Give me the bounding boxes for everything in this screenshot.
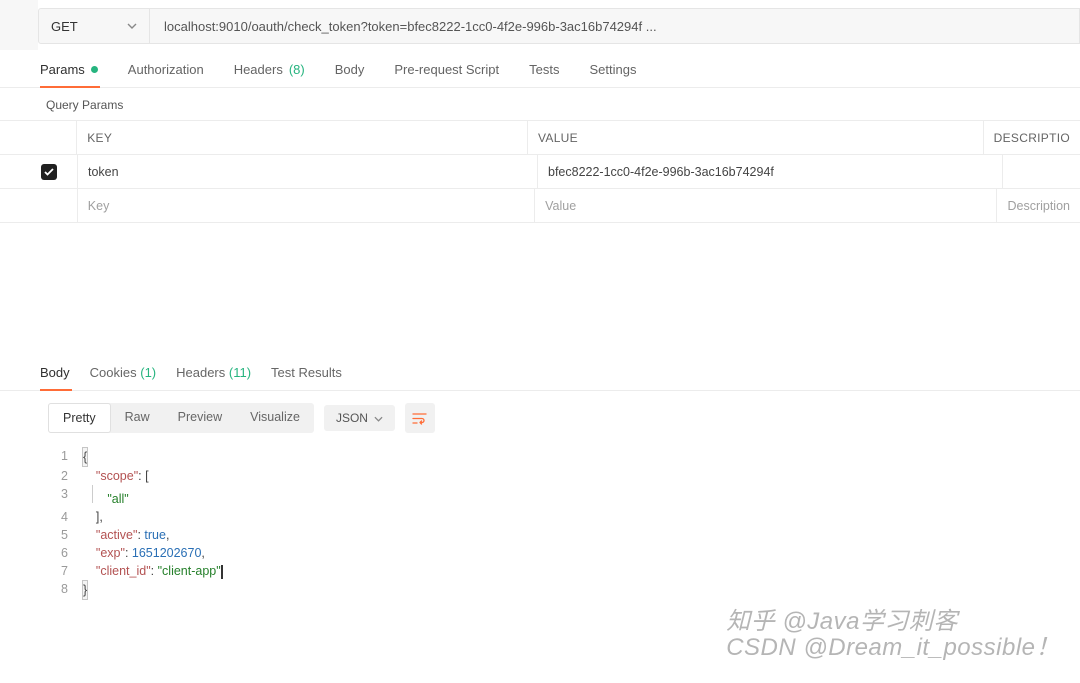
- json-string: "all": [107, 492, 128, 506]
- line-number: 1: [48, 447, 82, 467]
- tab-params[interactable]: Params: [40, 62, 100, 87]
- json-number: 1651202670: [132, 546, 202, 560]
- placeholder-desc[interactable]: Description: [997, 189, 1080, 222]
- section-query-params: Query Params: [0, 88, 1080, 120]
- dot-indicator-icon: [91, 66, 98, 73]
- placeholder-check: [0, 189, 78, 222]
- cookies-count: (1): [140, 365, 156, 380]
- line-number: 7: [48, 562, 82, 580]
- header-value: VALUE: [528, 121, 984, 154]
- table-row-placeholder[interactable]: Key Value Description: [0, 189, 1080, 223]
- line-number: 5: [48, 526, 82, 544]
- param-desc[interactable]: [1003, 155, 1080, 188]
- placeholder-key[interactable]: Key: [78, 189, 535, 222]
- url-text: localhost:9010/oauth/check_token?token=b…: [164, 19, 657, 34]
- resp-tab-cookies[interactable]: Cookies (1): [90, 365, 158, 390]
- watermark-line1: 知乎 @Java学习刺客: [726, 609, 1060, 635]
- response-tabs: Body Cookies (1) Headers (11) Test Resul…: [0, 353, 1080, 391]
- resp-headers-label: Headers: [176, 365, 225, 380]
- header-check-cell: [0, 121, 77, 154]
- param-value[interactable]: bfec8222-1cc0-4f2e-996b-3ac16b74294f: [538, 155, 1003, 188]
- json-key: "active": [96, 528, 138, 542]
- subtab-raw[interactable]: Raw: [111, 403, 164, 433]
- resp-tab-body[interactable]: Body: [40, 365, 72, 390]
- watermark-line2: CSDN @Dream_it_possible！: [726, 635, 1060, 661]
- json-string: "client-app": [158, 564, 221, 578]
- json-bool: true: [144, 528, 166, 542]
- tab-headers[interactable]: Headers (8): [234, 62, 307, 87]
- resp-tab-test-results[interactable]: Test Results: [271, 365, 344, 390]
- table-row[interactable]: token bfec8222-1cc0-4f2e-996b-3ac16b7429…: [0, 155, 1080, 189]
- text-cursor: [221, 565, 223, 579]
- row-checkbox-cell[interactable]: [0, 155, 78, 188]
- headers-count: (8): [289, 62, 305, 77]
- tab-authorization[interactable]: Authorization: [128, 62, 206, 87]
- json-key: "scope": [96, 469, 138, 483]
- tab-prerequest[interactable]: Pre-request Script: [394, 62, 501, 87]
- tab-headers-label: Headers: [234, 62, 283, 77]
- gutter-spacer: [0, 0, 38, 50]
- line-number: 2: [48, 467, 82, 485]
- tab-body[interactable]: Body: [335, 62, 367, 87]
- response-toolbar: Pretty Raw Preview Visualize JSON: [0, 391, 1080, 443]
- response-body[interactable]: 1{ 2 "scope": [ 3 "all" 4 ], 5 "active":…: [0, 443, 1080, 600]
- resp-tab-headers[interactable]: Headers (11): [176, 365, 253, 390]
- json-key: "client_id": [96, 564, 151, 578]
- line-number: 8: [48, 580, 82, 600]
- line-number: 6: [48, 544, 82, 562]
- tab-tests[interactable]: Tests: [529, 62, 561, 87]
- method-label: GET: [51, 19, 78, 34]
- format-label: JSON: [336, 411, 368, 425]
- line-number: 4: [48, 508, 82, 526]
- resp-cookies-label: Cookies: [90, 365, 137, 380]
- chevron-down-icon: [374, 411, 383, 425]
- subtab-visualize[interactable]: Visualize: [236, 403, 314, 433]
- wrap-icon[interactable]: [405, 403, 435, 433]
- placeholder-value[interactable]: Value: [535, 189, 997, 222]
- url-input[interactable]: localhost:9010/oauth/check_token?token=b…: [150, 8, 1080, 44]
- resp-headers-count: (11): [229, 365, 251, 380]
- params-table: KEY VALUE DESCRIPTIO token bfec8222-1cc0…: [0, 120, 1080, 223]
- watermark: 知乎 @Java学习刺客 CSDN @Dream_it_possible！: [726, 609, 1060, 661]
- subtab-pretty[interactable]: Pretty: [48, 403, 111, 433]
- tab-params-label: Params: [40, 62, 85, 77]
- method-select[interactable]: GET: [38, 8, 150, 44]
- request-bar: GET localhost:9010/oauth/check_token?tok…: [0, 0, 1080, 52]
- header-key: KEY: [77, 121, 528, 154]
- json-key: "exp": [96, 546, 125, 560]
- request-tabs: Params Authorization Headers (8) Body Pr…: [0, 52, 1080, 88]
- subtab-preview[interactable]: Preview: [164, 403, 236, 433]
- header-desc: DESCRIPTIO: [984, 121, 1080, 154]
- param-key[interactable]: token: [78, 155, 538, 188]
- tab-settings[interactable]: Settings: [589, 62, 638, 87]
- params-header-row: KEY VALUE DESCRIPTIO: [0, 121, 1080, 155]
- view-subtabs: Pretty Raw Preview Visualize: [48, 403, 314, 433]
- checkbox-checked-icon[interactable]: [41, 164, 57, 180]
- line-number: 3: [48, 485, 82, 508]
- format-select[interactable]: JSON: [324, 405, 395, 431]
- chevron-down-icon: [127, 23, 137, 29]
